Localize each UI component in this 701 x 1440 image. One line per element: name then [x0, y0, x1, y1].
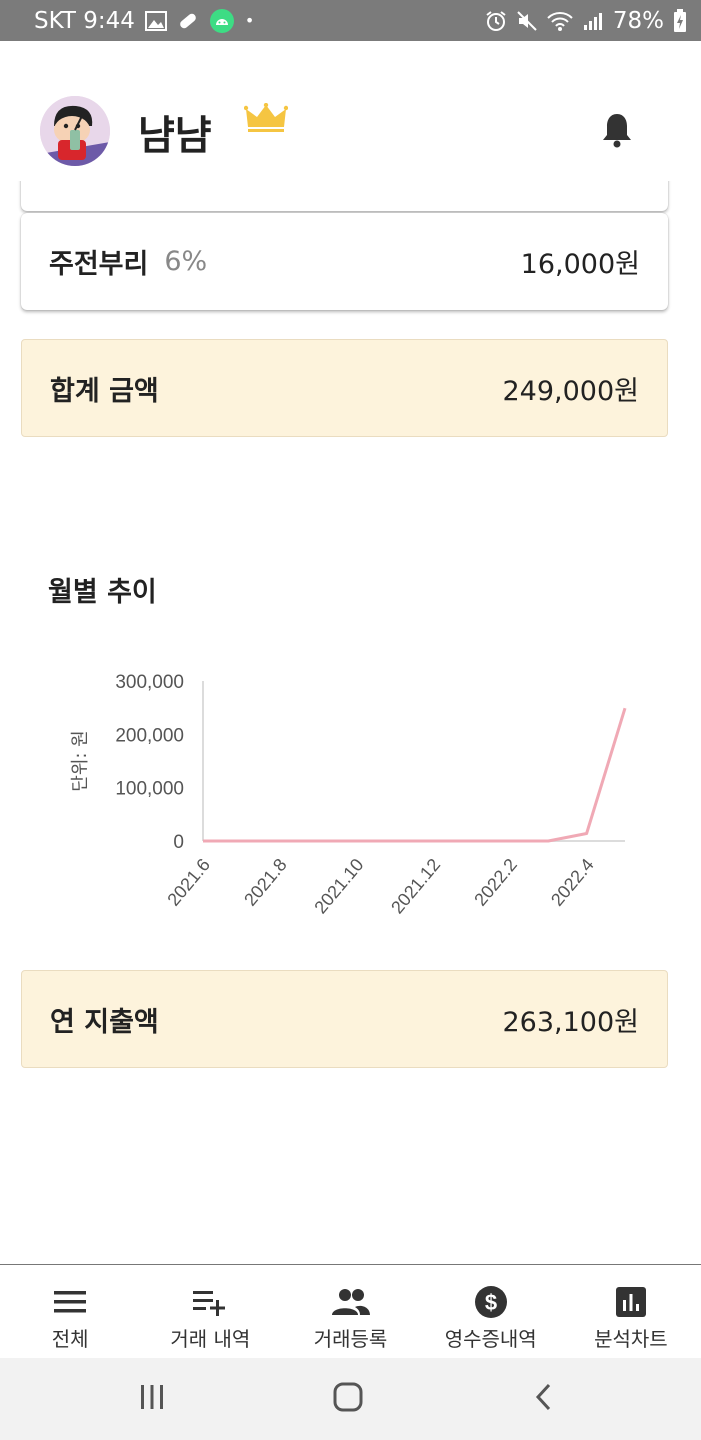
y-tick-label: 100,000	[115, 779, 184, 800]
nav-label-analysis: 분석차트	[594, 1327, 668, 1351]
item-amount: 16,000원	[520, 249, 640, 280]
monthly-trend-title: 월별 추이	[48, 577, 157, 608]
nav-label-all: 전체	[51, 1327, 89, 1351]
annual-expense-value: 263,100원	[502, 1006, 640, 1038]
avatar[interactable]	[40, 96, 110, 166]
people-icon	[331, 1285, 371, 1319]
monthly-trend-chart: 300,000 200,000 100,000 02021.6 2021.8 2021.1…	[70, 672, 627, 918]
y-tick-label: 300,000	[115, 672, 184, 693]
nav-item-receipts[interactable]: $ 영수증내역	[421, 1265, 561, 1358]
y-tick-label: 200,000	[115, 725, 184, 746]
status-dot: •	[244, 11, 255, 30]
home-icon[interactable]	[332, 1382, 364, 1416]
nav-label-receipts: 영수증내역	[444, 1327, 537, 1351]
bell-icon[interactable]	[600, 111, 634, 153]
system-navigation-bar	[0, 1358, 701, 1440]
android-icon	[209, 8, 235, 34]
x-tick-label: 2021.12	[387, 855, 444, 918]
battery-charging-icon	[673, 8, 687, 33]
status-bar: SKT 9:44 • 78%	[0, 0, 701, 41]
mute-icon	[516, 10, 538, 32]
signal-icon	[582, 10, 604, 32]
annual-expense-label: 연 지출액	[50, 1006, 159, 1038]
total-amount-box: 합계 금액 249,000원	[21, 339, 668, 437]
y-tick-label: 0	[173, 832, 184, 853]
x-tick-label: 2022.4	[547, 855, 598, 910]
nav-label-register: 거래등록	[313, 1327, 388, 1351]
nav-item-all[interactable]: 전체	[0, 1265, 140, 1358]
total-amount-value: 249,000원	[502, 375, 640, 407]
playlist-add-icon	[192, 1285, 228, 1319]
dollar-circle-icon: $	[474, 1285, 508, 1319]
svg-text:$: $	[485, 1290, 497, 1315]
x-tick-label: 2022.2	[470, 855, 521, 910]
nav-label-transactions: 거래 내역	[170, 1327, 251, 1351]
image-icon	[144, 10, 167, 31]
nav-item-transactions[interactable]: 거래 내역	[140, 1265, 280, 1358]
x-tick-label: 2021.8	[240, 855, 291, 910]
x-tick-label: 2021.10	[310, 855, 367, 918]
username: 냠냠	[138, 113, 212, 159]
alarm-icon	[485, 10, 507, 32]
menu-icon	[53, 1285, 87, 1319]
bottom-navigation: 전체 거래 내역 거래등록 $ 영수증내역 분석차트	[0, 1264, 701, 1358]
expense-item-card[interactable]: 주전부리 6% 16,000원	[21, 213, 668, 310]
back-icon[interactable]	[532, 1382, 556, 1416]
y-axis-label: 단위: 원	[70, 730, 91, 791]
nav-item-analysis[interactable]: 분석차트	[561, 1265, 701, 1358]
x-tick-label: 2021.6	[163, 855, 214, 910]
recent-apps-icon[interactable]	[138, 1382, 166, 1416]
annual-expense-box: 연 지출액 263,100원	[21, 970, 668, 1068]
nav-item-register[interactable]: 거래등록	[280, 1265, 420, 1358]
total-amount-label: 합계 금액	[50, 375, 159, 407]
series-line	[203, 707, 627, 843]
battery-percent: 78%	[612, 7, 664, 34]
app-header: 냠냠	[0, 41, 701, 181]
item-category: 주전부리	[49, 249, 149, 280]
bar-chart-icon	[615, 1285, 647, 1319]
crown-icon	[243, 102, 289, 137]
item-percent: 6%	[164, 246, 208, 277]
wifi-icon	[547, 10, 573, 32]
carrier-time: SKT 9:44	[34, 7, 135, 34]
pill-icon	[177, 10, 199, 32]
